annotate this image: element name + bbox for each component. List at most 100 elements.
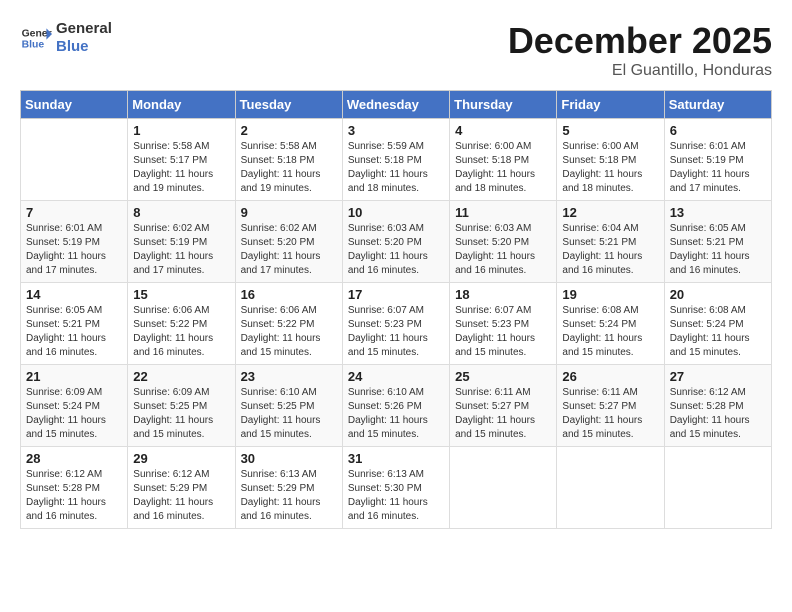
day-info: Sunrise: 6:06 AM Sunset: 5:22 PM Dayligh… — [241, 304, 337, 360]
calendar-week-3: 14Sunrise: 6:05 AM Sunset: 5:21 PM Dayli… — [21, 283, 772, 365]
day-info: Sunrise: 5:58 AM Sunset: 5:18 PM Dayligh… — [241, 140, 337, 196]
day-info: Sunrise: 6:00 AM Sunset: 5:18 PM Dayligh… — [562, 140, 658, 196]
calendar-cell: 27 Sunrise: 6:12 AM Sunset: 5:28 PM Dayli… — [664, 365, 771, 447]
calendar-cell: 15Sunrise: 6:06 AM Sunset: 5:22 PM Dayli… — [128, 283, 235, 365]
day-number: 1 — [133, 123, 229, 138]
day-info: Sunrise: 6:09 AM Sunset: 5:24 PM Dayligh… — [26, 386, 122, 442]
day-number: 31 — [348, 451, 444, 466]
day-info: Sunrise: 6:07 AM Sunset: 5:23 PM Dayligh… — [455, 304, 551, 360]
logo-icon: General Blue — [20, 22, 52, 54]
day-info: Sunrise: 6:05 AM Sunset: 5:21 PM Dayligh… — [670, 222, 766, 278]
day-number: 2 — [241, 123, 337, 138]
day-info: Sunrise: 6:12 AM Sunset: 5:28 PM Dayligh… — [670, 386, 766, 442]
calendar-cell: 18 Sunrise: 6:07 AM Sunset: 5:23 PM Dayli… — [450, 283, 557, 365]
calendar-cell: 8Sunrise: 6:02 AM Sunset: 5:19 PM Daylig… — [128, 201, 235, 283]
day-info: Sunrise: 6:11 AM Sunset: 5:27 PM Dayligh… — [455, 386, 551, 442]
day-info: Sunrise: 6:10 AM Sunset: 5:25 PM Dayligh… — [241, 386, 337, 442]
day-number: 20 — [670, 287, 766, 302]
day-number: 13 — [670, 205, 766, 220]
calendar-cell: 13 Sunrise: 6:05 AM Sunset: 5:21 PM Dayli… — [664, 201, 771, 283]
calendar-cell: 21 Sunrise: 6:09 AM Sunset: 5:24 PM Dayli… — [21, 365, 128, 447]
day-info: Sunrise: 6:10 AM Sunset: 5:26 PM Dayligh… — [348, 386, 444, 442]
calendar-week-1: 1Sunrise: 5:58 AM Sunset: 5:17 PM Daylig… — [21, 119, 772, 201]
calendar-cell: 3Sunrise: 5:59 AM Sunset: 5:18 PM Daylig… — [342, 119, 449, 201]
column-header-thursday: Thursday — [450, 91, 557, 119]
calendar-week-4: 21 Sunrise: 6:09 AM Sunset: 5:24 PM Dayli… — [21, 365, 772, 447]
page-header: General Blue General Blue December 2025 … — [20, 20, 772, 80]
day-number: 24 — [348, 369, 444, 384]
day-number: 28 — [26, 451, 122, 466]
calendar-cell: 24 Sunrise: 6:10 AM Sunset: 5:26 PM Dayli… — [342, 365, 449, 447]
day-number: 16 — [241, 287, 337, 302]
day-number: 7 — [26, 205, 122, 220]
calendar-cell: 10 Sunrise: 6:03 AM Sunset: 5:20 PM Dayli… — [342, 201, 449, 283]
day-info: Sunrise: 6:04 AM Sunset: 5:21 PM Dayligh… — [562, 222, 658, 278]
calendar-cell — [664, 447, 771, 529]
calendar-cell: 28 Sunrise: 6:12 AM Sunset: 5:28 PM Dayli… — [21, 447, 128, 529]
day-number: 21 — [26, 369, 122, 384]
day-info: Sunrise: 6:08 AM Sunset: 5:24 PM Dayligh… — [670, 304, 766, 360]
calendar-cell: 20 Sunrise: 6:08 AM Sunset: 5:24 PM Dayli… — [664, 283, 771, 365]
calendar-cell: 2 Sunrise: 5:58 AM Sunset: 5:18 PM Daylig… — [235, 119, 342, 201]
calendar-cell: 30 Sunrise: 6:13 AM Sunset: 5:29 PM Dayli… — [235, 447, 342, 529]
calendar-cell: 31Sunrise: 6:13 AM Sunset: 5:30 PM Dayli… — [342, 447, 449, 529]
day-info: Sunrise: 6:03 AM Sunset: 5:20 PM Dayligh… — [455, 222, 551, 278]
svg-text:Blue: Blue — [22, 40, 45, 51]
day-number: 29 — [133, 451, 229, 466]
day-info: Sunrise: 6:01 AM Sunset: 5:19 PM Dayligh… — [670, 140, 766, 196]
day-number: 26 — [562, 369, 658, 384]
calendar-cell: 4 Sunrise: 6:00 AM Sunset: 5:18 PM Daylig… — [450, 119, 557, 201]
calendar-cell: 25 Sunrise: 6:11 AM Sunset: 5:27 PM Dayli… — [450, 365, 557, 447]
day-number: 22 — [133, 369, 229, 384]
day-info: Sunrise: 6:11 AM Sunset: 5:27 PM Dayligh… — [562, 386, 658, 442]
calendar-cell: 7 Sunrise: 6:01 AM Sunset: 5:19 PM Daylig… — [21, 201, 128, 283]
logo: General Blue General Blue — [20, 20, 112, 56]
title-block: December 2025 El Guantillo, Honduras — [508, 20, 772, 80]
day-info: Sunrise: 6:12 AM Sunset: 5:28 PM Dayligh… — [26, 468, 122, 524]
day-number: 4 — [455, 123, 551, 138]
day-number: 10 — [348, 205, 444, 220]
day-info: Sunrise: 6:09 AM Sunset: 5:25 PM Dayligh… — [133, 386, 229, 442]
calendar-cell: 16 Sunrise: 6:06 AM Sunset: 5:22 PM Dayli… — [235, 283, 342, 365]
calendar-cell — [21, 119, 128, 201]
day-number: 25 — [455, 369, 551, 384]
column-header-friday: Friday — [557, 91, 664, 119]
day-info: Sunrise: 6:08 AM Sunset: 5:24 PM Dayligh… — [562, 304, 658, 360]
day-info: Sunrise: 6:12 AM Sunset: 5:29 PM Dayligh… — [133, 468, 229, 524]
calendar-table: SundayMondayTuesdayWednesdayThursdayFrid… — [20, 90, 772, 529]
calendar-cell — [557, 447, 664, 529]
calendar-week-2: 7 Sunrise: 6:01 AM Sunset: 5:19 PM Daylig… — [21, 201, 772, 283]
calendar-cell: 26 Sunrise: 6:11 AM Sunset: 5:27 PM Dayli… — [557, 365, 664, 447]
day-info: Sunrise: 6:05 AM Sunset: 5:21 PM Dayligh… — [26, 304, 122, 360]
day-number: 11 — [455, 205, 551, 220]
day-number: 27 — [670, 369, 766, 384]
calendar-cell: 5Sunrise: 6:00 AM Sunset: 5:18 PM Daylig… — [557, 119, 664, 201]
day-number: 12 — [562, 205, 658, 220]
day-info: Sunrise: 6:13 AM Sunset: 5:29 PM Dayligh… — [241, 468, 337, 524]
column-header-monday: Monday — [128, 91, 235, 119]
calendar-cell: 23 Sunrise: 6:10 AM Sunset: 5:25 PM Dayli… — [235, 365, 342, 447]
column-header-saturday: Saturday — [664, 91, 771, 119]
day-info: Sunrise: 5:59 AM Sunset: 5:18 PM Dayligh… — [348, 140, 444, 196]
column-header-wednesday: Wednesday — [342, 91, 449, 119]
calendar-cell: 1Sunrise: 5:58 AM Sunset: 5:17 PM Daylig… — [128, 119, 235, 201]
day-info: Sunrise: 6:01 AM Sunset: 5:19 PM Dayligh… — [26, 222, 122, 278]
calendar-cell: 14Sunrise: 6:05 AM Sunset: 5:21 PM Dayli… — [21, 283, 128, 365]
column-header-tuesday: Tuesday — [235, 91, 342, 119]
day-number: 9 — [241, 205, 337, 220]
day-info: Sunrise: 6:02 AM Sunset: 5:20 PM Dayligh… — [241, 222, 337, 278]
column-header-sunday: Sunday — [21, 91, 128, 119]
calendar-header-row: SundayMondayTuesdayWednesdayThursdayFrid… — [21, 91, 772, 119]
day-info: Sunrise: 6:03 AM Sunset: 5:20 PM Dayligh… — [348, 222, 444, 278]
calendar-week-5: 28 Sunrise: 6:12 AM Sunset: 5:28 PM Dayli… — [21, 447, 772, 529]
day-number: 23 — [241, 369, 337, 384]
day-number: 30 — [241, 451, 337, 466]
day-number: 18 — [455, 287, 551, 302]
day-info: Sunrise: 6:00 AM Sunset: 5:18 PM Dayligh… — [455, 140, 551, 196]
calendar-cell: 22 Sunrise: 6:09 AM Sunset: 5:25 PM Dayli… — [128, 365, 235, 447]
day-number: 19 — [562, 287, 658, 302]
logo-line2: Blue — [56, 38, 112, 56]
calendar-cell: 29 Sunrise: 6:12 AM Sunset: 5:29 PM Dayli… — [128, 447, 235, 529]
day-number: 17 — [348, 287, 444, 302]
day-info: Sunrise: 6:07 AM Sunset: 5:23 PM Dayligh… — [348, 304, 444, 360]
